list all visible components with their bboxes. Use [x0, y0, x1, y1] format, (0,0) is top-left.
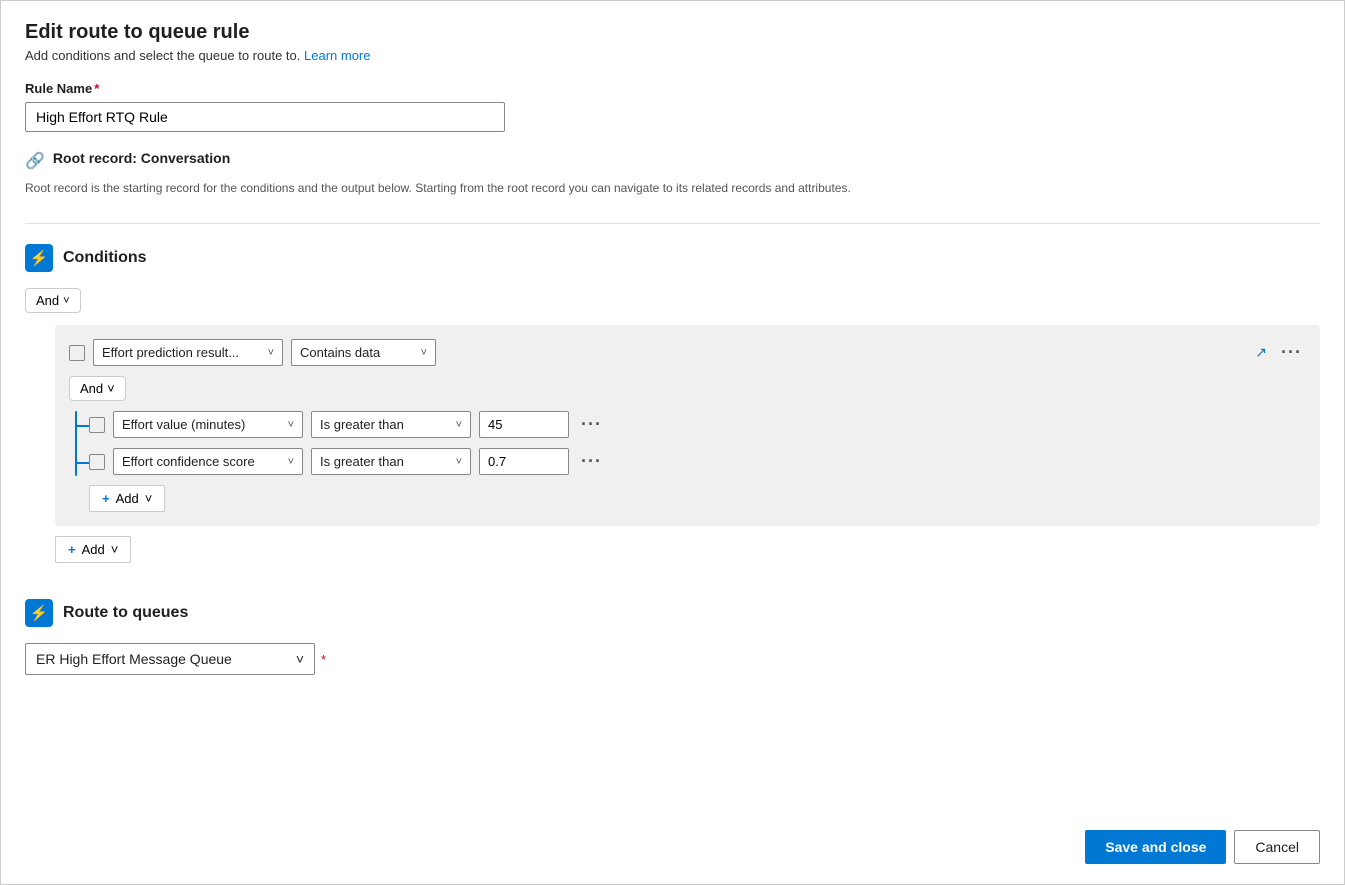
op-select-greater-than-1-chevron-icon: ˅: [456, 419, 462, 431]
more-options-button-2[interactable]: ···: [577, 449, 606, 474]
outer-add-label: Add: [82, 542, 105, 557]
conditions-icon-box: ⚡: [25, 244, 53, 272]
more-options-icon-top: ···: [1281, 342, 1302, 363]
more-options-icon-2: ···: [581, 451, 602, 472]
op-select-greater-than-1[interactable]: Is greater than ˅: [311, 411, 471, 438]
page-title: Edit route to queue rule: [25, 21, 1320, 44]
queue-select-wrapper: ER High Effort Message Queue ˅ *: [25, 643, 1320, 675]
inner-add-button[interactable]: + Add ˅: [89, 485, 165, 512]
field-select-effort-prediction-label: Effort prediction result...: [102, 345, 239, 360]
save-close-button[interactable]: Save and close: [1085, 830, 1226, 864]
rule-name-input[interactable]: [25, 102, 505, 132]
expand-button[interactable]: ↗: [1251, 342, 1271, 363]
route-queues-icon-box: ⚡: [25, 599, 53, 627]
queue-select-chevron-icon: ˅: [296, 651, 304, 667]
inner-add-chevron-icon: ˅: [145, 491, 153, 506]
op-select-chevron-icon: ˅: [421, 347, 427, 359]
value-input-1[interactable]: [479, 411, 569, 438]
footer-actions: Save and close Cancel: [1085, 830, 1320, 864]
rule-name-label-text: Rule Name: [25, 81, 92, 96]
outer-add-chevron-icon: ˅: [111, 542, 119, 557]
inner-and-badge[interactable]: And ˅: [69, 376, 126, 401]
route-queues-icon: ⚡: [30, 604, 49, 622]
inner-condition-row-1: Effort value (minutes) ˅ Is greater than…: [89, 411, 1306, 438]
required-star: *: [94, 81, 99, 96]
inner-add-label: Add: [116, 491, 139, 506]
field-select-effort-value[interactable]: Effort value (minutes) ˅: [113, 411, 303, 438]
root-record-desc: Root record is the starting record for t…: [25, 181, 1320, 195]
rule-name-label: Rule Name*: [25, 81, 1320, 96]
condition-checkbox-2[interactable]: [89, 454, 105, 470]
page-subtitle: Add conditions and select the queue to r…: [25, 48, 1320, 63]
condition-top-row: Effort prediction result... ˅ Contains d…: [69, 339, 1306, 366]
queue-select-label: ER High Effort Message Queue: [36, 651, 232, 667]
conditions-icon: ⚡: [30, 249, 49, 267]
queue-select[interactable]: ER High Effort Message Queue ˅: [25, 643, 315, 675]
conditions-area: And ˅ Effort prediction result... ˅ Cont…: [25, 288, 1320, 563]
outer-add-button[interactable]: + Add ˅: [55, 536, 131, 563]
inner-add-plus-icon: +: [102, 491, 110, 506]
field-select-effort-confidence-chevron-icon: ˅: [288, 456, 294, 468]
top-row-actions: ↗ ···: [1251, 340, 1306, 365]
learn-more-link[interactable]: Learn more: [304, 48, 370, 63]
page-wrapper: Edit route to queue rule Add conditions …: [0, 0, 1345, 885]
op-select-greater-than-1-label: Is greater than: [320, 417, 404, 432]
route-queues-section: ⚡ Route to queues ER High Effort Message…: [25, 599, 1320, 675]
outer-and-label: And: [36, 293, 59, 308]
value-input-2[interactable]: [479, 448, 569, 475]
inner-and-chevron-icon: ˅: [107, 381, 115, 396]
inner-conditions: Effort value (minutes) ˅ Is greater than…: [89, 411, 1306, 512]
divider: [25, 223, 1320, 224]
root-record-section: 🔗 Root record: Conversation: [25, 150, 1320, 171]
route-queues-header: ⚡ Route to queues: [25, 599, 1320, 627]
field-select-effort-prediction[interactable]: Effort prediction result... ˅: [93, 339, 283, 366]
field-select-effort-confidence[interactable]: Effort confidence score ˅: [113, 448, 303, 475]
field-select-effort-confidence-label: Effort confidence score: [122, 454, 255, 469]
root-record-icon: 🔗: [25, 151, 45, 171]
condition-checkbox-top[interactable]: [69, 345, 85, 361]
subtitle-text: Add conditions and select the queue to r…: [25, 48, 300, 63]
inner-and-label: And: [80, 381, 103, 396]
outer-add-row: + Add ˅: [55, 536, 1320, 563]
op-select-greater-than-2-chevron-icon: ˅: [456, 456, 462, 468]
root-record-label: Root record: Conversation: [53, 150, 230, 166]
field-select-chevron-icon: ˅: [268, 347, 274, 359]
op-select-greater-than-2-label: Is greater than: [320, 454, 404, 469]
outer-and-badge[interactable]: And ˅: [25, 288, 81, 313]
more-options-button-top[interactable]: ···: [1277, 340, 1306, 365]
more-options-button-1[interactable]: ···: [577, 412, 606, 437]
inner-condition-row-2: Effort confidence score ˅ Is greater tha…: [89, 448, 1306, 475]
outer-and-chevron-icon: ˅: [63, 295, 69, 307]
condition-checkbox-1[interactable]: [89, 417, 105, 433]
conditions-section-header: ⚡ Conditions: [25, 244, 1320, 272]
cancel-button[interactable]: Cancel: [1234, 830, 1320, 864]
field-select-effort-value-label: Effort value (minutes): [122, 417, 245, 432]
outer-add-plus-icon: +: [68, 542, 76, 557]
route-queues-title: Route to queues: [63, 604, 188, 622]
op-select-greater-than-2[interactable]: Is greater than ˅: [311, 448, 471, 475]
condition-group: Effort prediction result... ˅ Contains d…: [55, 325, 1320, 526]
conditions-title: Conditions: [63, 249, 147, 267]
queue-required-star: *: [321, 652, 326, 667]
field-select-effort-value-chevron-icon: ˅: [288, 419, 294, 431]
more-options-icon-1: ···: [581, 414, 602, 435]
op-select-contains-data[interactable]: Contains data ˅: [291, 339, 436, 366]
op-select-contains-data-label: Contains data: [300, 345, 380, 360]
